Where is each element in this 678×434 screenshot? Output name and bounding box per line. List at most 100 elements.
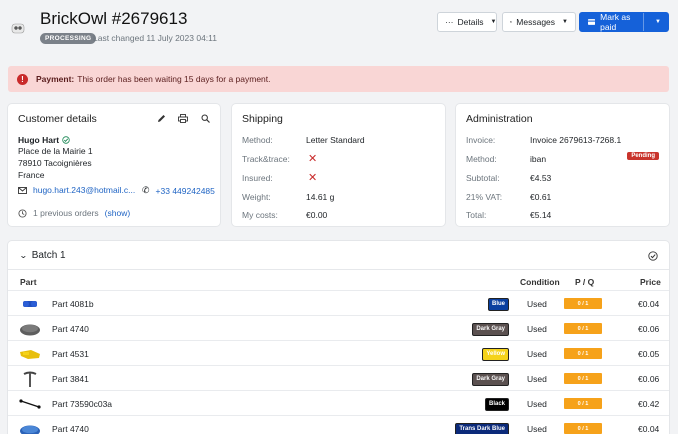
total-value: €5.14 (530, 210, 552, 220)
mark-as-paid-main[interactable]: Mark as paid (580, 12, 644, 32)
my-costs-value: €0.00 (306, 210, 328, 220)
exclamation-icon: ! (17, 73, 28, 85)
payment-alert: ! Payment: This order has been waiting 1… (8, 66, 669, 92)
shipping-card-title: Shipping (242, 113, 283, 125)
pq-badge[interactable]: 0 / 1 (564, 298, 602, 309)
pq-badge[interactable]: 0 / 1 (564, 323, 602, 334)
shipping-card: Shipping Method: Letter Standard Track&t… (232, 104, 445, 226)
pencil-icon[interactable] (156, 113, 166, 123)
part-thumbnail (18, 369, 42, 388)
price-value: €0.06 (638, 323, 660, 334)
customer-name-text: Hugo Hart (18, 135, 60, 145)
administration-card: Administration Invoice: Invoice 2679613-… (456, 104, 669, 226)
table-row[interactable]: Part 3841 Dark Gray Used 0 / 1 €0.06 (8, 365, 669, 390)
address-line-2: 78910 Tacoignières (18, 158, 92, 168)
part-name[interactable]: Part 4081b (52, 291, 94, 316)
details-dropdown-button[interactable]: ··· Details ▼ (437, 12, 497, 32)
price-value: €0.04 (638, 298, 660, 309)
pq-badge[interactable]: 0 / 1 (564, 398, 602, 409)
pq-badge[interactable]: 0 / 1 (564, 348, 602, 359)
vat-label: 21% VAT: (466, 192, 503, 202)
details-button-label: Details (457, 17, 484, 27)
condition-value: Used (527, 298, 547, 309)
column-header-pq: P / Q (575, 277, 595, 287)
customer-phone[interactable]: ✆ +33 449242485 (142, 185, 215, 196)
shipping-method-value: Letter Standard (306, 135, 365, 145)
my-costs-label: My costs: (242, 210, 278, 220)
mark-as-paid-label: Mark as paid (600, 12, 631, 32)
customer-actions (156, 113, 210, 123)
page-title: BrickOwl #2679613 (40, 9, 188, 28)
total-label: Total: (466, 210, 487, 220)
last-changed-text: Last changed 11 July 2023 04:11 (93, 33, 217, 43)
table-row[interactable]: Part 4081b Blue Used 0 / 1 €0.04 (8, 290, 669, 315)
batch-header[interactable]: ⌄ Batch 1 (8, 241, 669, 270)
condition-value: Used (527, 348, 547, 359)
color-badge: Dark Gray (472, 373, 509, 386)
caret-down-icon: ▼ (490, 19, 497, 25)
color-badge: Dark Gray (472, 323, 509, 336)
alert-label: Payment: (36, 74, 75, 84)
invoice-label: Invoice: (466, 135, 496, 145)
search-icon[interactable] (200, 113, 210, 123)
price-value: €0.05 (638, 348, 660, 359)
table-row[interactable]: Part 4531 Yellow Used 0 / 1 €0.05 (8, 340, 669, 365)
administration-card-title: Administration (466, 113, 533, 125)
weight-label: Weight: (242, 192, 271, 202)
invoice-link[interactable]: Invoice 2679613-7268.1 (530, 135, 621, 145)
envelope-icon (18, 186, 27, 194)
pq-badge[interactable]: 0 / 1 (564, 373, 602, 384)
insured-cross-icon: ✕ (308, 172, 318, 184)
customer-card-title: Customer details (18, 113, 97, 125)
brickowl-logo-icon (11, 23, 25, 34)
batch-panel: ⌄ Batch 1 Part Condition P / Q Price Par… (8, 241, 669, 434)
customer-email-link[interactable]: hugo.hart.243@hotmail.c... (33, 185, 135, 195)
table-row[interactable]: Part 73590c03a Black Used 0 / 1 €0.42 (8, 390, 669, 415)
history-icon (18, 208, 27, 218)
color-badge: Blue (487, 298, 509, 311)
price-value: €0.04 (638, 423, 660, 434)
color-badge: Trans Dark Blue (455, 423, 509, 434)
part-name[interactable]: Part 4531 (52, 341, 89, 366)
column-header-part: Part (20, 277, 37, 287)
mark-as-paid-caret[interactable]: ▼ (648, 19, 668, 25)
envelope-icon (510, 21, 513, 23)
batch-title-text: Batch 1 (31, 250, 66, 261)
condition-value: Used (527, 323, 547, 334)
pending-badge: Pending (627, 152, 659, 160)
batch-title[interactable]: ⌄ Batch 1 (18, 250, 66, 261)
part-thumbnail (18, 419, 42, 434)
messages-dropdown-button[interactable]: Messages ▼ (502, 12, 576, 32)
table-row[interactable]: Part 4740 Dark Gray Used 0 / 1 €0.06 (8, 315, 669, 340)
more-dots-icon: ··· (445, 17, 454, 27)
mark-as-paid-button[interactable]: Mark as paid ▼ (579, 12, 669, 32)
subtotal-value: €4.53 (530, 173, 552, 183)
caret-down-icon: ▼ (562, 19, 568, 25)
condition-value: Used (527, 423, 547, 434)
printer-icon[interactable] (178, 113, 188, 123)
phone-icon: ✆ (142, 185, 150, 195)
insured-label: Insured: (242, 173, 273, 183)
pq-badge[interactable]: 0 / 1 (564, 423, 602, 434)
check-circle-icon[interactable] (648, 251, 658, 261)
part-name[interactable]: Part 4740 (52, 416, 89, 434)
status-badge: PROCESSING (40, 33, 97, 44)
price-value: €0.42 (638, 398, 660, 409)
customer-name: Hugo Hart (18, 135, 70, 145)
alert-text: This order has been waiting 15 days for … (77, 74, 271, 84)
part-name[interactable]: Part 4740 (52, 316, 89, 341)
show-previous-orders-link[interactable]: (show) (105, 208, 131, 218)
vat-value: €0.61 (530, 192, 552, 202)
chevron-down-icon: ⌄ (18, 251, 28, 260)
previous-orders-text: 1 previous orders (33, 208, 99, 218)
table-row[interactable]: Part 4740 Trans Dark Blue Used 0 / 1 €0.04 (8, 415, 669, 434)
column-header-price: Price (640, 277, 661, 287)
part-name[interactable]: Part 73590c03a (52, 391, 112, 416)
part-name[interactable]: Part 3841 (52, 366, 89, 391)
customer-phone-link[interactable]: +33 449242485 (156, 186, 215, 196)
condition-value: Used (527, 398, 547, 409)
column-header-condition: Condition (520, 277, 560, 287)
payment-method-value: iban (530, 154, 547, 164)
customer-email[interactable]: hugo.hart.243@hotmail.c... (18, 185, 135, 195)
messages-button-label: Messages (516, 17, 556, 27)
